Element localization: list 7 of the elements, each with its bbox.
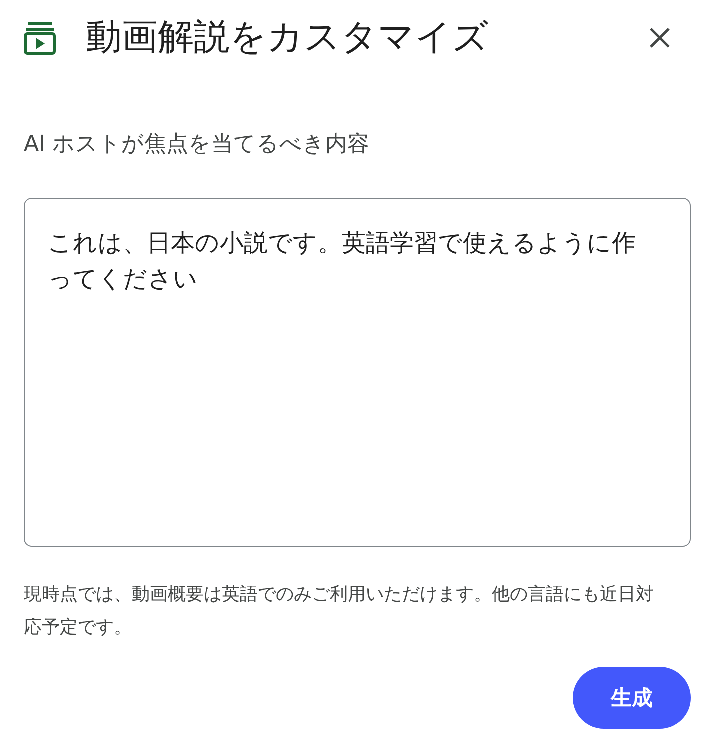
video-playlist-icon bbox=[24, 22, 56, 54]
field-label: AI ホストが焦点を当てるべき内容 bbox=[24, 131, 370, 159]
dialog-title: 動画解説をカスタマイズ bbox=[86, 16, 490, 60]
availability-notice: 現時点では、動画概要は英語でのみご利用いただけます。他の言語にも近日対応予定です。 bbox=[24, 583, 655, 640]
generate-button[interactable]: 生成 bbox=[573, 667, 691, 729]
prompt-text-field[interactable]: これは、日本の小説です。英語学習で使えるように作ってください bbox=[24, 198, 691, 547]
close-icon[interactable] bbox=[650, 28, 670, 48]
